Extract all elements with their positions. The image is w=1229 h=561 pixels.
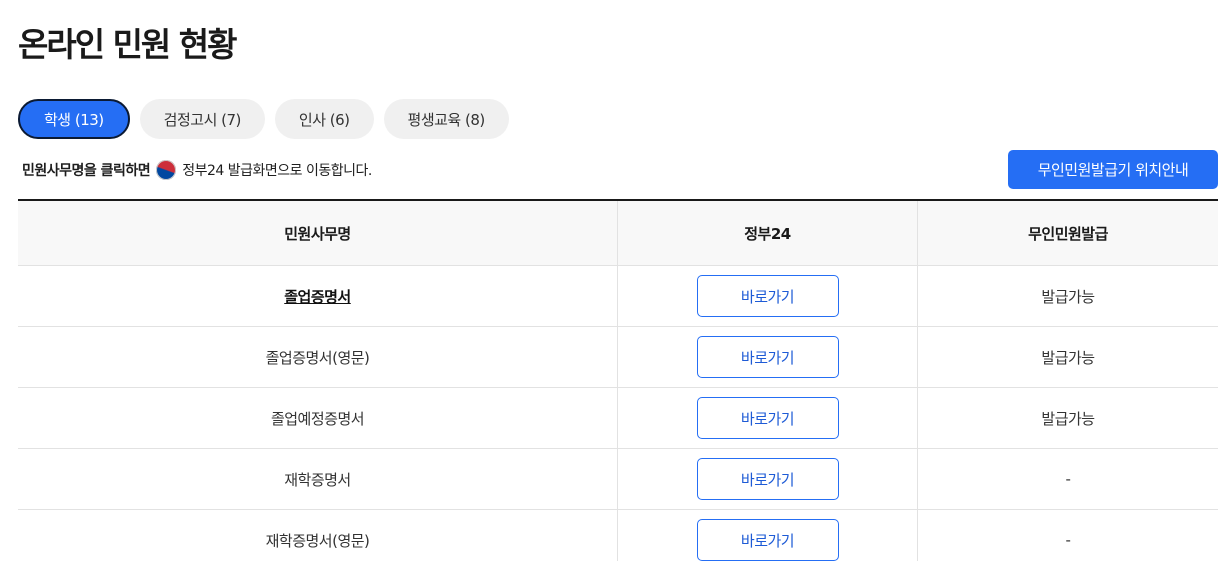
- kiosk-status: -: [1065, 531, 1071, 549]
- tab-student[interactable]: 학생 (13): [18, 99, 130, 139]
- page-title: 온라인 민원 현황: [18, 25, 237, 64]
- kiosk-status: 발급가능: [1041, 409, 1095, 428]
- service-name-link[interactable]: 졸업예정증명서: [271, 408, 365, 429]
- korea-gov-emblem-icon: [156, 160, 177, 180]
- header-kiosk: 무인민원발급: [1028, 224, 1108, 243]
- civil-service-table: 민원사무명 정부24 무인민원발급 졸업증명서 바로가기 발급가능 졸업증명서(…: [18, 199, 1218, 561]
- service-name-link[interactable]: 재학증명서(영문): [266, 530, 370, 551]
- tab-personnel[interactable]: 인사 (6): [274, 99, 374, 139]
- table-row: 졸업증명서 바로가기 발급가능: [18, 266, 1218, 327]
- gov24-shortcut-button[interactable]: 바로가기: [696, 336, 839, 378]
- tab-lifelong-education[interactable]: 평생교육 (8): [383, 99, 509, 139]
- table-row: 재학증명서 바로가기 -: [18, 449, 1218, 510]
- kiosk-location-button[interactable]: 무인민원발급기 위치안내: [1008, 150, 1218, 189]
- notice-strong: 민원사무명을 클릭하면: [22, 163, 151, 179]
- table-row: 재학증명서(영문) 바로가기 -: [18, 510, 1218, 561]
- tab-qualification-exam[interactable]: 검정고시 (7): [139, 99, 265, 139]
- table-row: 졸업증명서(영문) 바로가기 발급가능: [18, 327, 1218, 388]
- service-name-link[interactable]: 졸업증명서: [284, 286, 351, 307]
- gov24-shortcut-button[interactable]: 바로가기: [696, 458, 839, 500]
- table-header-row: 민원사무명 정부24 무인민원발급: [18, 201, 1218, 266]
- kiosk-status: 발급가능: [1041, 287, 1095, 306]
- notice-rest: 정부24 발급화면으로 이동합니다.: [182, 163, 372, 179]
- kiosk-status: 발급가능: [1041, 348, 1095, 367]
- header-gov24: 정부24: [618, 201, 918, 265]
- header-service-name: 민원사무명: [18, 201, 618, 265]
- service-name-link[interactable]: 졸업증명서(영문): [266, 347, 370, 368]
- category-tabs: 학생 (13) 검정고시 (7) 인사 (6) 평생교육 (8): [18, 99, 509, 139]
- gov24-shortcut-button[interactable]: 바로가기: [696, 275, 839, 317]
- gov24-shortcut-button[interactable]: 바로가기: [696, 397, 839, 439]
- table-row: 졸업예정증명서 바로가기 발급가능: [18, 388, 1218, 449]
- gov24-shortcut-button[interactable]: 바로가기: [696, 519, 839, 561]
- kiosk-status: -: [1065, 470, 1071, 488]
- notice-text: 민원사무명을 클릭하면 정부24 발급화면으로 이동합니다.: [22, 158, 372, 182]
- service-name-link[interactable]: 재학증명서: [284, 469, 351, 490]
